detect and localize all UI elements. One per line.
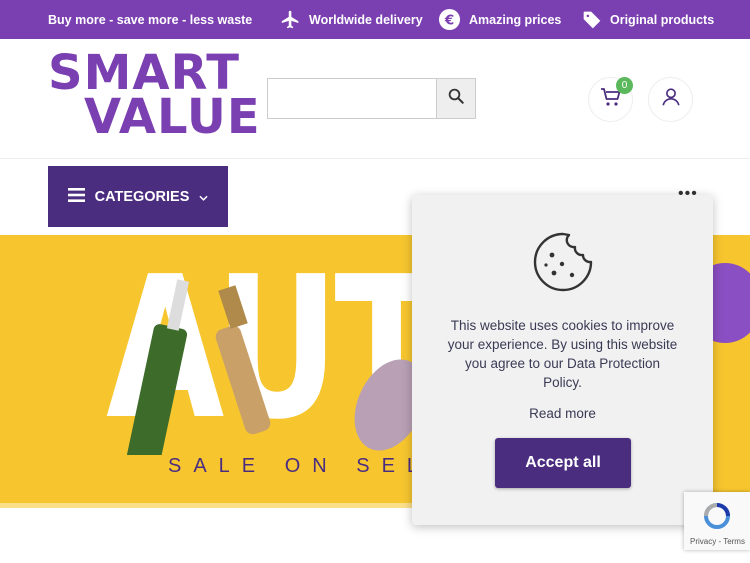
topbar-savings-label: Buy more - save more - less waste <box>48 12 253 27</box>
chevron-down-icon <box>199 189 208 205</box>
logo-line2: VALUE <box>84 89 261 146</box>
search-button[interactable] <box>436 79 475 118</box>
read-more-link[interactable]: Read more <box>412 406 713 421</box>
topbar-item-prices: € Amazing prices <box>438 0 561 39</box>
cookie-icon <box>532 231 594 298</box>
categories-label: CATEGORIES <box>94 188 190 205</box>
search-input[interactable] <box>268 79 437 118</box>
topbar-prices-label: Amazing prices <box>469 12 562 27</box>
site-logo[interactable]: SMART VALUE <box>48 49 261 146</box>
cart-count-badge: 0 <box>616 77 633 94</box>
cookie-consent-dialog: This website uses cookies to improve you… <box>412 195 713 525</box>
topbar-item-savings: Buy more - save more - less waste <box>48 0 252 39</box>
user-icon <box>660 86 682 113</box>
categories-menu-button[interactable]: CATEGORIES <box>48 166 228 227</box>
cookie-message: This website uses cookies to improve you… <box>447 318 678 390</box>
hamburger-icon <box>67 187 85 206</box>
top-announcement-bar: Buy more - save more - less waste Worldw… <box>0 0 750 39</box>
site-header: SMART VALUE <box>0 39 750 159</box>
recaptcha-text[interactable]: Privacy - Terms <box>690 537 745 546</box>
search-icon <box>447 87 465 110</box>
product-bottles-illustration <box>126 279 420 455</box>
euro-icon: € <box>438 8 461 31</box>
account-button[interactable] <box>648 77 693 122</box>
recaptcha-badge[interactable]: Privacy - Terms <box>684 492 750 550</box>
tag-icon <box>582 10 602 30</box>
airplane-icon <box>280 9 301 30</box>
search-bar <box>267 78 476 119</box>
topbar-original-label: Original products <box>610 12 715 27</box>
svg-text:€: € <box>444 13 454 28</box>
accept-all-button[interactable]: Accept all <box>495 438 631 488</box>
topbar-delivery-label: Worldwide delivery <box>309 12 423 27</box>
topbar-item-delivery: Worldwide delivery <box>280 0 423 39</box>
topbar-item-original: Original products <box>582 0 714 39</box>
